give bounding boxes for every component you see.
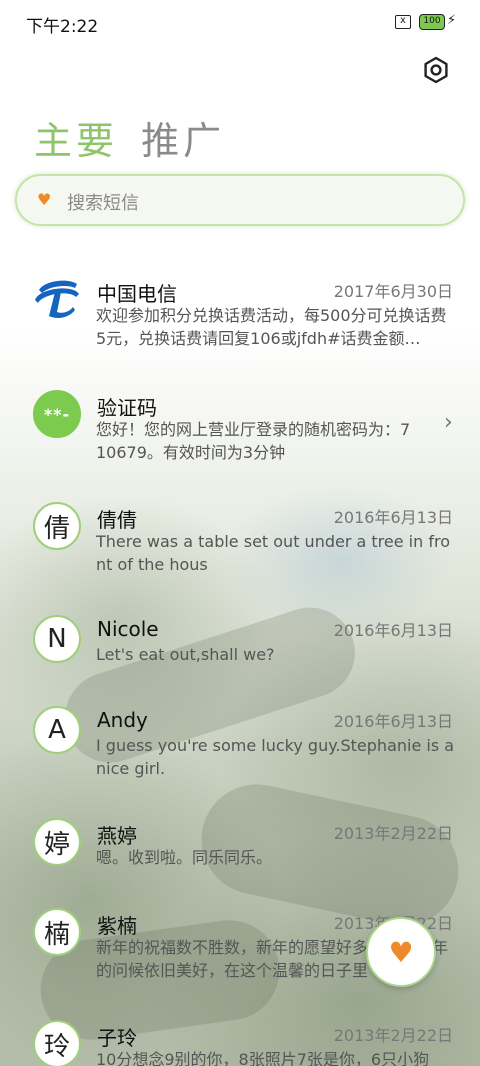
message-item[interactable]: **- 验证码 您好！您的网上营业厅登录的随机密码为：710679。有效时间为3… (0, 380, 480, 470)
avatar: N (33, 615, 81, 663)
sender-name: Nicole (97, 617, 159, 641)
message-preview: 欢迎参加积分兑换话费活动，每500分可兑换话费5元，兑换话费请回复106或jfd… (96, 306, 447, 348)
avatar: 玲 (33, 1020, 81, 1066)
message-preview: 您好！您的网上营业厅登录的随机密码为：710679。有效时间为3分钟 (96, 420, 411, 462)
avatar: A (33, 706, 81, 754)
message-preview: Let's eat out,shall we? (96, 645, 275, 664)
message-list: 中国电信 2017年6月30日 欢迎参加积分兑换话费活动，每500分可兑换话费5… (0, 0, 480, 1066)
heart-icon: ♥ (388, 935, 414, 969)
avatar: 倩 (33, 502, 81, 550)
message-date: 2016年6月13日 (333, 712, 453, 731)
sender-name: 倩倩 (97, 508, 137, 532)
message-item[interactable]: N Nicole 2016年6月13日 Let's eat out,shall … (0, 608, 480, 678)
message-preview: There was a table set out under a tree i… (96, 532, 450, 574)
message-item[interactable]: 玲 子玲 2013年2月22日 10分想念9别的你，8张照片7张是你，6只小狗 (0, 1012, 480, 1066)
sender-name: 验证码 (97, 396, 157, 420)
avatar: 婷 (33, 818, 81, 866)
sender-name: 燕婷 (97, 824, 137, 848)
sender-name: 子玲 (97, 1026, 137, 1050)
message-item[interactable]: 倩 倩倩 2016年6月13日 There was a table set ou… (0, 494, 480, 584)
message-date: 2013年2月22日 (333, 1026, 453, 1045)
message-date: 2016年6月13日 (333, 508, 453, 527)
avatar: **- (33, 390, 81, 438)
message-preview: I guess you're some lucky guy.Stephanie … (96, 736, 455, 778)
avatar: 楠 (33, 908, 81, 956)
compose-fab[interactable]: ♥ (366, 917, 436, 987)
message-item[interactable]: A Andy 2016年6月13日 I guess you're some lu… (0, 698, 480, 788)
chevron-right-icon: › (444, 410, 453, 435)
message-preview: 10分想念9别的你，8张照片7张是你，6只小狗 (96, 1050, 430, 1066)
message-date: 2013年2月22日 (333, 824, 453, 843)
message-item[interactable]: 中国电信 2017年6月30日 欢迎参加积分兑换话费活动，每500分可兑换话费5… (0, 268, 480, 358)
sender-name: Andy (97, 708, 148, 732)
avatar (33, 276, 81, 324)
message-date: 2016年6月13日 (333, 621, 453, 640)
message-item[interactable]: 婷 燕婷 2013年2月22日 嗯。收到啦。同乐同乐。 (0, 810, 480, 890)
message-date: 2017年6月30日 (333, 282, 453, 301)
sender-name: 中国电信 (97, 282, 177, 306)
message-preview: 嗯。收到啦。同乐同乐。 (96, 848, 273, 867)
sender-name: 紫楠 (97, 914, 137, 938)
china-telecom-logo-icon (35, 280, 79, 318)
